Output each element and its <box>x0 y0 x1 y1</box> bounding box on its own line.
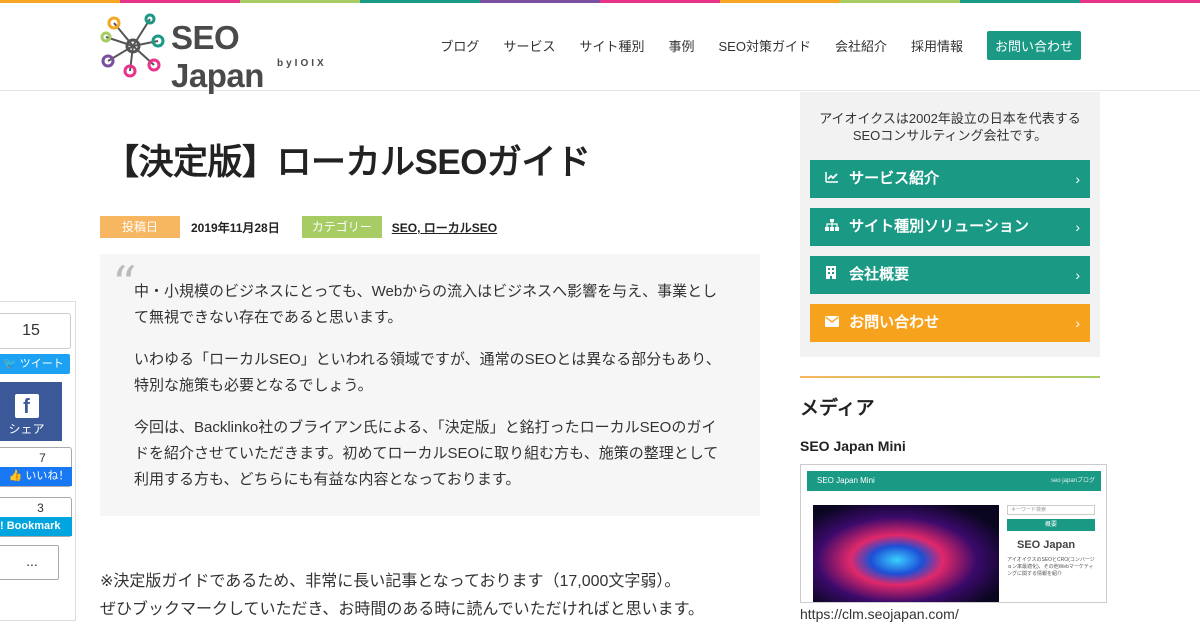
thumb-title: SEO Japan Mini <box>817 476 875 485</box>
bookmark-label: Bookmark <box>6 520 61 532</box>
facebook-like-widget[interactable]: 7 👍 いいね！ <box>0 447 72 487</box>
tweet-button[interactable]: 🐦 ツイート <box>0 354 70 374</box>
quote-paragraph: いわゆる「ローカルSEO」といわれる領域ですが、通常のSEOとは異なる部分もあり… <box>134 351 721 394</box>
hatena-bookmark-widget[interactable]: 3 ! Bookmark <box>0 497 72 537</box>
like-label: いいね！ <box>25 470 70 482</box>
nav-item-site-types[interactable]: サイト種別 <box>579 36 644 55</box>
facebook-share-label: シェア <box>8 422 45 436</box>
quote-paragraph: 中・小規模のビジネスにとっても、Webからの流入はビジネスへ影響を与え、事業とし… <box>134 283 718 326</box>
share-count: 15 <box>0 313 71 349</box>
thumb-hero-image <box>813 505 999 602</box>
sidebar-company-box: アイオイクスは2002年設立の日本を代表する SEOコンサルティング会社です。 … <box>800 92 1100 357</box>
button-label: 会社概要 <box>849 266 910 283</box>
chart-line-icon <box>825 160 841 198</box>
button-label: サイト種別ソリューション <box>849 218 1029 235</box>
media-heading: メディア <box>800 398 875 419</box>
media-url-link[interactable]: https://clm.seojapan.com/ <box>800 606 959 622</box>
logo-molecule-icon <box>100 13 165 78</box>
like-count: 7 <box>39 451 46 465</box>
chevron-right-icon: › <box>1075 315 1080 331</box>
thumb-text: アイオイクスのSEOとCRO(コンバージョン率最適化)、その他Webマーケティン… <box>1007 557 1095 577</box>
note-line: ぜひブックマークしていただき、お時間のある時に読んでいただければと思います。 <box>100 601 705 618</box>
thumb-sidebar: キーワード検索 概要 SEO Japan アイオイクスのSEOとCRO(コンバー… <box>1007 505 1095 602</box>
quote-body: 中・小規模のビジネスにとっても、Webからの流入はビジネスへ影響を与え、事業とし… <box>134 279 729 509</box>
category-badge: カテゴリー <box>301 216 382 238</box>
envelope-icon <box>825 304 841 342</box>
main-nav: ブログ サービス サイト種別 事例 SEO対策ガイド 会社紹介 採用情報 お問い… <box>416 31 1081 60</box>
media-thumbnail[interactable]: SEO Japan Mini seo japanブログ キーワード検索 概要 S… <box>800 464 1107 603</box>
nav-item-blog[interactable]: ブログ <box>440 36 479 55</box>
thumb-search: キーワード検索 <box>1007 505 1095 515</box>
thumb-tag: seo japanブログ <box>1050 478 1095 484</box>
facebook-icon: f <box>14 394 39 418</box>
building-icon <box>825 256 841 294</box>
like-button[interactable]: 👍 いいね！ <box>0 467 72 486</box>
button-label: お問い合わせ <box>849 314 940 331</box>
chevron-right-icon: › <box>1075 171 1080 187</box>
service-intro-button[interactable]: サービス紹介 › <box>810 160 1090 198</box>
chevron-right-icon: › <box>1075 267 1080 283</box>
twitter-bird-icon: 🐦 <box>3 358 17 370</box>
article-title: 【決定版】ローカルSEOガイド <box>104 143 591 182</box>
logo-text: SEO Japan <box>171 19 264 94</box>
media-title-link[interactable]: SEO Japan Mini <box>800 438 906 454</box>
contact-button[interactable]: お問い合わせ <box>986 31 1081 60</box>
intro-blockquote: “ 中・小規模のビジネスにとっても、Webからの流入はビジネスへ影響を与え、事業… <box>100 254 760 516</box>
site-type-solutions-button[interactable]: サイト種別ソリューション › <box>810 208 1090 246</box>
nav-item-seo-guide[interactable]: SEO対策ガイド <box>718 36 810 55</box>
bookmark-count: 3 <box>37 501 44 515</box>
quote-paragraph: 今回は、Backlinko社のブライアン氏による、「決定版」と銘打ったローカルS… <box>134 419 719 488</box>
thumbs-up-icon: 👍 <box>8 470 23 482</box>
thumb-logo: SEO Japan <box>1017 539 1076 551</box>
sitemap-icon <box>825 208 841 246</box>
thumb-header-bar: SEO Japan Mini seo japanブログ <box>807 471 1101 491</box>
note-line: ※決定版ガイドであるため、非常に長い記事となっております（17,000文字弱）。 <box>100 573 681 590</box>
share-rail: 15 🐦 ツイート f シェア 7 👍 いいね！ 3 ! Bookmark ..… <box>0 301 76 621</box>
bookmark-button[interactable]: ! Bookmark <box>0 517 72 536</box>
article-meta: 投稿日 2019年11月28日 カテゴリー SEO, ローカルSEO <box>100 216 497 238</box>
article-note: ※決定版ガイドであるため、非常に長い記事となっております（17,000文字弱）。… <box>100 568 704 624</box>
intro-line: アイオイクスは2002年設立の日本を代表する <box>819 111 1081 126</box>
hatena-b-icon: ! <box>0 520 4 532</box>
posted-date-badge: 投稿日 <box>100 216 180 238</box>
button-label: サービス紹介 <box>849 170 940 187</box>
company-overview-button[interactable]: 会社概要 › <box>810 256 1090 294</box>
chevron-right-icon: › <box>1075 219 1080 235</box>
tweet-label: ツイート <box>19 358 64 370</box>
intro-line: SEOコンサルティング会社です。 <box>852 128 1048 143</box>
more-share-button[interactable]: ... <box>0 545 59 580</box>
facebook-share-button[interactable]: f シェア <box>0 382 62 441</box>
posted-date: 2019年11月28日 <box>191 220 280 235</box>
sidebar-divider <box>800 376 1100 378</box>
site-logo[interactable]: SEO Japan byIOIX <box>100 13 340 94</box>
nav-item-recruit[interactable]: 採用情報 <box>911 36 963 55</box>
thumb-head: 概要 <box>1007 519 1095 531</box>
nav-item-cases[interactable]: 事例 <box>668 36 694 55</box>
category-links[interactable]: SEO, ローカルSEO <box>392 219 497 236</box>
logo-subtext: byIOIX <box>277 58 327 69</box>
company-intro: アイオイクスは2002年設立の日本を代表する SEOコンサルティング会社です。 <box>800 110 1100 144</box>
site-header: SEO Japan byIOIX ブログ サービス サイト種別 事例 SEO対策… <box>0 3 1200 94</box>
quote-mark-icon: “ <box>112 256 137 312</box>
sidebar-contact-button[interactable]: お問い合わせ › <box>810 304 1090 342</box>
nav-item-services[interactable]: サービス <box>503 36 555 55</box>
nav-item-company[interactable]: 会社紹介 <box>835 36 887 55</box>
